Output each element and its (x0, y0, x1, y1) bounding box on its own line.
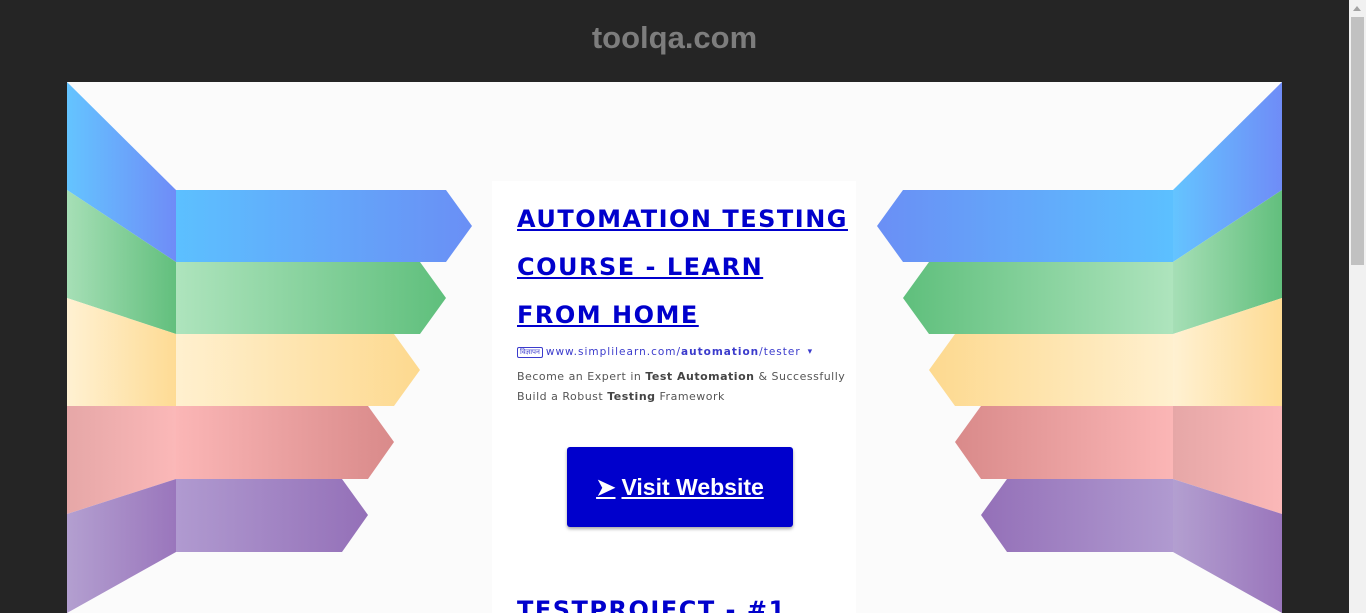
second-ad-title-link[interactable]: TESTPROJECT - #1 (517, 595, 787, 613)
ad-card: AUTOMATION TESTING COURSE - LEARN FROM H… (492, 181, 856, 613)
ad-display-url[interactable]: www.simplilearn.com/automation/tester (546, 346, 801, 358)
ad-options-caret-icon[interactable]: ▾ (808, 347, 814, 357)
parked-page-frame: AUTOMATION TESTING COURSE - LEARN FROM H… (67, 82, 1282, 613)
vertical-scrollbar[interactable] (1349, 0, 1366, 613)
scrollbar-thumb[interactable] (1351, 17, 1364, 265)
visit-website-button[interactable]: ➤ Visit Website (567, 447, 793, 527)
site-domain-title: toolqa.com (591, 20, 758, 55)
arrow-icon: ➤ (596, 473, 616, 500)
ad-title-link[interactable]: AUTOMATION TESTING COURSE - LEARN FROM H… (517, 195, 857, 339)
ad-badge: विज्ञापन (517, 346, 543, 358)
scroll-up-arrow-icon[interactable] (1349, 0, 1366, 17)
ad-url-row: विज्ञापन www.simplilearn.com/automation/… (517, 345, 813, 359)
ad-description: Become an Expert in Test Automation & Su… (517, 370, 846, 403)
visit-website-label: Visit Website (621, 473, 764, 500)
